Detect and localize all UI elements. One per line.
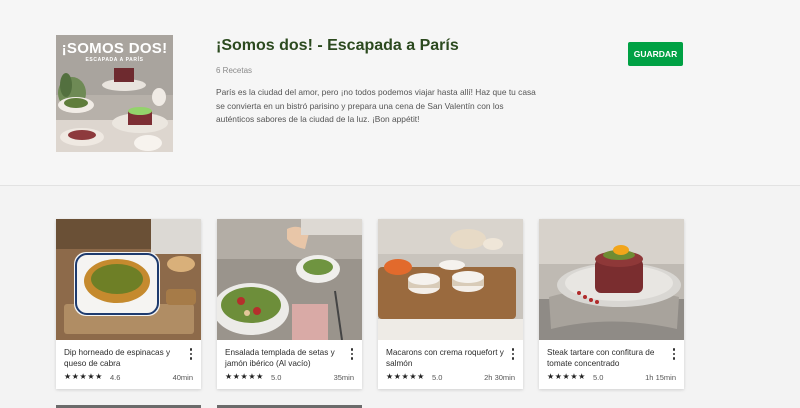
recipe-card[interactable]: Dip horneado de espinacas y queso de cab… [56,219,201,389]
collection-header: ¡SOMOS DOS! ESCAPADA A PARÍS ¡Somos dos!… [0,0,800,186]
recipe-card[interactable]: Steak tartare con confitura de tomate co… [539,219,684,389]
more-options-icon[interactable] [186,347,196,361]
recipe-image[interactable] [539,219,684,340]
cook-time: 40min [172,373,193,382]
more-options-icon[interactable] [669,347,679,361]
recipe-image[interactable] [217,219,362,340]
recipe-title[interactable]: Ensalada templada de setas y jamón ibéri… [225,347,343,369]
more-options-icon[interactable] [347,347,357,361]
cover-subtitle: ESCAPADA A PARÍS [85,57,144,63]
rating-value: 5.0 [593,373,604,382]
recipe-count: 6 Recetas [216,66,253,75]
rating-stars-icon: ★★★★★ [547,372,586,381]
recipe-title[interactable]: Steak tartare con confitura de tomate co… [547,347,665,369]
rating-value: 5.0 [432,373,443,382]
recipe-card[interactable]: Macarons con crema roquefort y salmón ★★… [378,219,523,389]
rating-stars-icon: ★★★★★ [64,372,103,381]
cook-time: 1h 15min [645,373,676,382]
rating-value: 4.6 [110,373,121,382]
recipe-photo [378,219,523,340]
cover-title: ¡SOMOS DOS! [61,40,168,57]
collection-description: París es la ciudad del amor, pero ¡no to… [216,87,536,124]
recipe-photo [56,219,201,340]
rating-stars-icon: ★★★★★ [386,372,425,381]
collection-title: ¡Somos dos! - Escapada a París [216,37,459,54]
recipe-photo [539,219,684,340]
recipe-image[interactable] [56,219,201,340]
recipe-image[interactable] [378,219,523,340]
cook-time: 35min [333,373,354,382]
recipe-title[interactable]: Dip horneado de espinacas y queso de cab… [64,347,182,369]
cook-time: 2h 30min [484,373,515,382]
recipe-card[interactable]: Ensalada templada de setas y jamón ibéri… [217,219,362,389]
more-options-icon[interactable] [508,347,518,361]
recipe-title[interactable]: Macarons con crema roquefort y salmón [386,347,504,369]
recipe-photo [217,219,362,340]
save-button[interactable]: GUARDAR [628,42,683,66]
collection-cover-image: ¡SOMOS DOS! ESCAPADA A PARÍS [56,35,173,152]
rating-value: 5.0 [271,373,282,382]
rating-stars-icon: ★★★★★ [225,372,264,381]
